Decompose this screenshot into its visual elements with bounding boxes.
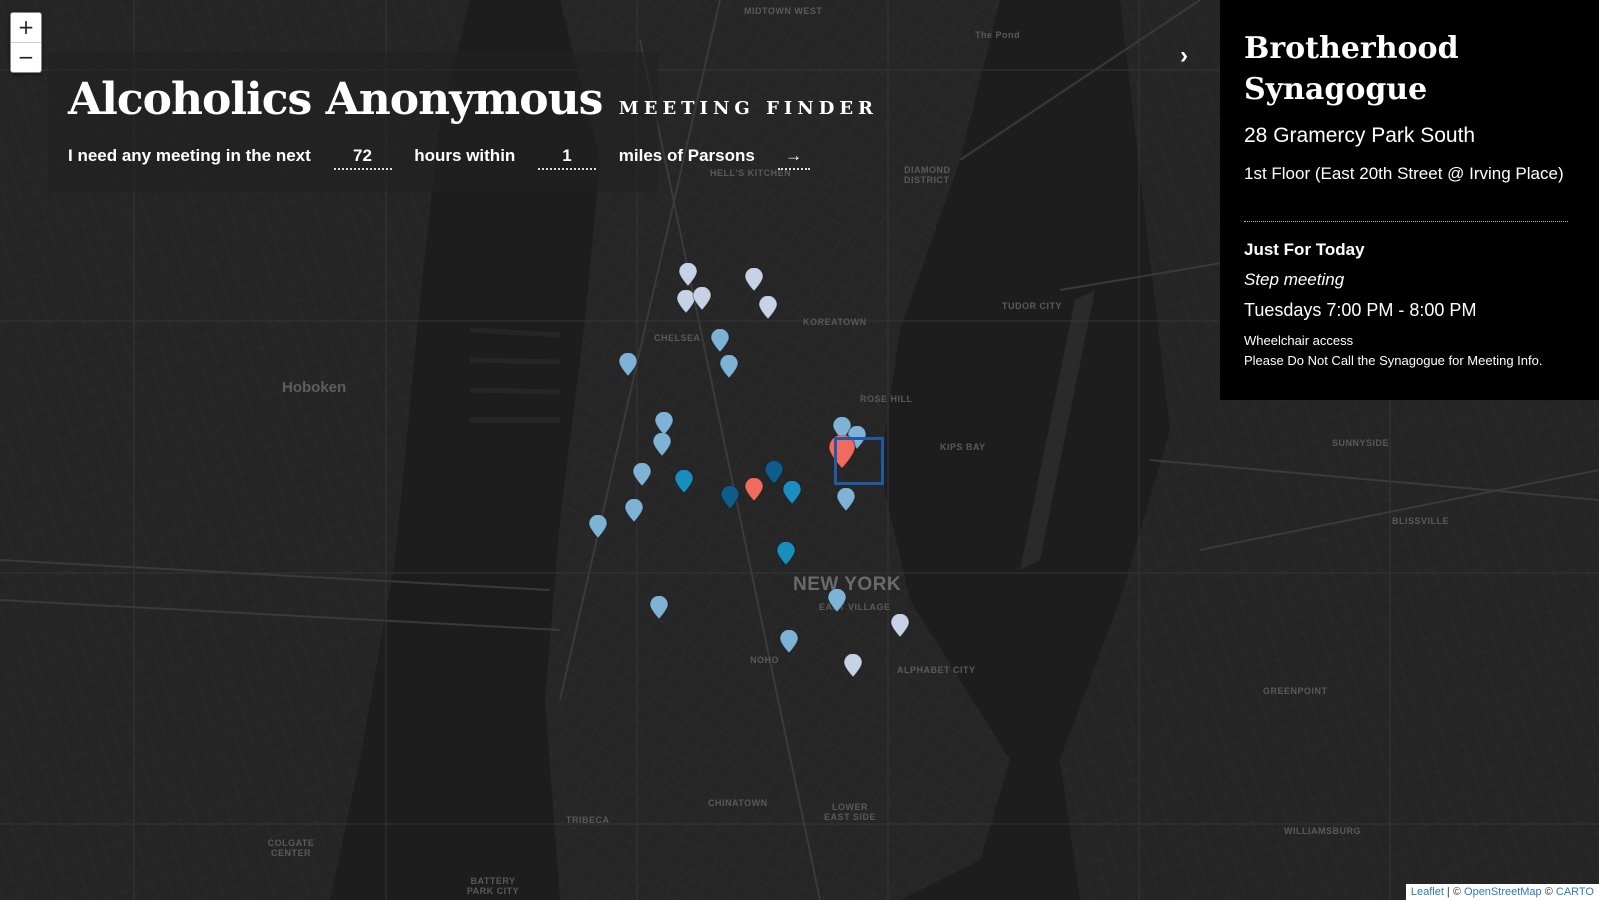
map-marker-pin[interactable]	[718, 354, 740, 379]
map-label-lower-east-side: LOWER EAST SIDE	[823, 802, 876, 822]
map-label-the-pond: The Pond	[975, 30, 1020, 40]
venue-location-notes: 1st Floor (East 20th Street @ Irving Pla…	[1244, 164, 1564, 183]
map-label-greenpoint: GREENPOINT	[1263, 686, 1328, 696]
map-marker-pin[interactable]	[651, 432, 673, 457]
meeting-accessibility: Wheelchair access	[1244, 333, 1354, 348]
meeting-name: Just For Today	[1244, 240, 1365, 259]
map-marker-pin[interactable]	[677, 262, 699, 287]
map-label-hoboken: Hoboken	[282, 379, 347, 396]
map-marker-pin[interactable]	[835, 487, 857, 512]
venue-title: Brotherhood Synagogue	[1244, 31, 1459, 107]
miles-field[interactable]: 1	[538, 146, 597, 170]
hours-field[interactable]: 72	[333, 146, 392, 170]
meeting-type: Step meeting	[1244, 270, 1345, 289]
map-label-blissville: BLISSVILLE	[1392, 516, 1450, 526]
map-marker-pin[interactable]	[775, 541, 797, 566]
map-label-diamond-district: DIAMOND DISTRICT	[904, 165, 951, 185]
map-label-williamsburg: WILLIAMSBURG	[1284, 826, 1361, 836]
map-marker-pin[interactable]	[781, 480, 803, 505]
app-title-main: Alcoholics Anonymous	[68, 74, 603, 125]
hours-label: hours within	[414, 146, 516, 165]
panel-collapse-button[interactable]: ›	[1180, 42, 1188, 70]
leaflet-link[interactable]: Leaflet	[1411, 886, 1444, 898]
map-label-alphabet-city: ALPHABET CITY	[897, 665, 976, 675]
carto-link[interactable]: CARTO	[1556, 886, 1594, 898]
map-marker-pin[interactable]	[757, 295, 779, 320]
map-marker-pin[interactable]	[778, 629, 800, 654]
map-attribution: Leaflet | © OpenStreetMap © CARTO	[1405, 884, 1599, 900]
meeting-note: Please Do Not Call the Synagogue for Mee…	[1244, 353, 1543, 368]
venue-address: 28 Gramercy Park South	[1244, 124, 1476, 147]
zoom-out-button[interactable]: −	[11, 42, 41, 72]
map-marker-pin[interactable]	[743, 267, 765, 292]
map-marker-pin[interactable]	[719, 485, 741, 510]
attribution-sep-2: ©	[1541, 886, 1556, 898]
go-button[interactable]: →	[777, 146, 810, 170]
app-title-sub: MEETING FINDER	[618, 98, 879, 119]
meeting-filter: I need any meeting in the next 72 hours …	[68, 146, 810, 170]
map-label-kips-bay: KIPS BAY	[940, 442, 986, 452]
selected-marker-box	[834, 437, 884, 485]
filter-prefix: I need any meeting in the next	[68, 146, 311, 165]
map-marker-pin[interactable]	[691, 286, 713, 311]
zoom-in-button[interactable]: +	[11, 13, 41, 42]
map-label-battery-park-city: BATTERY PARK CITY	[466, 876, 520, 896]
map-label-tudor-city: TUDOR CITY	[1002, 301, 1062, 311]
map-label-colgate-center: COLGATE CENTER	[267, 838, 315, 858]
miles-label: miles of Parsons	[618, 146, 755, 165]
map-marker-pin[interactable]	[623, 498, 645, 523]
map-label-noho: NOHO	[750, 655, 779, 665]
meeting-detail-panel: Brotherhood Synagogue 28 Gramercy Park S…	[1220, 0, 1599, 400]
zoom-control: + −	[10, 12, 42, 73]
map-marker-pin[interactable]	[673, 469, 695, 494]
map-label-sunnyside: SUNNYSIDE	[1332, 438, 1390, 448]
meeting-schedule: Tuesdays 7:00 PM - 8:00 PM	[1244, 300, 1477, 320]
map-label-tribeca: TRIBECA	[566, 815, 610, 825]
map-marker-pin[interactable]	[709, 328, 731, 353]
panel-divider	[1244, 221, 1568, 222]
map-marker-pin[interactable]	[889, 613, 911, 638]
map-marker-pin[interactable]	[617, 352, 639, 377]
map-marker-pin[interactable]	[587, 514, 609, 539]
map-label-rose-hill: ROSE HILL	[860, 394, 913, 404]
attribution-sep-1: | ©	[1443, 886, 1465, 898]
map-label-midtown-west: MIDTOWN WEST	[744, 6, 823, 16]
map-marker-pin[interactable]	[743, 477, 765, 502]
map-marker-pin[interactable]	[826, 588, 848, 613]
map-marker-pin[interactable]	[648, 595, 670, 620]
osm-link[interactable]: OpenStreetMap	[1464, 886, 1542, 898]
map-label-chelsea: CHELSEA	[654, 333, 701, 343]
map-marker-pin[interactable]	[842, 653, 864, 678]
map-marker-pin[interactable]	[631, 462, 653, 487]
map-label-chinatown: CHINATOWN	[708, 798, 768, 808]
app-title: Alcoholics Anonymous MEETING FINDER	[68, 74, 878, 125]
map-label-koreatown: KOREATOWN	[803, 317, 867, 327]
